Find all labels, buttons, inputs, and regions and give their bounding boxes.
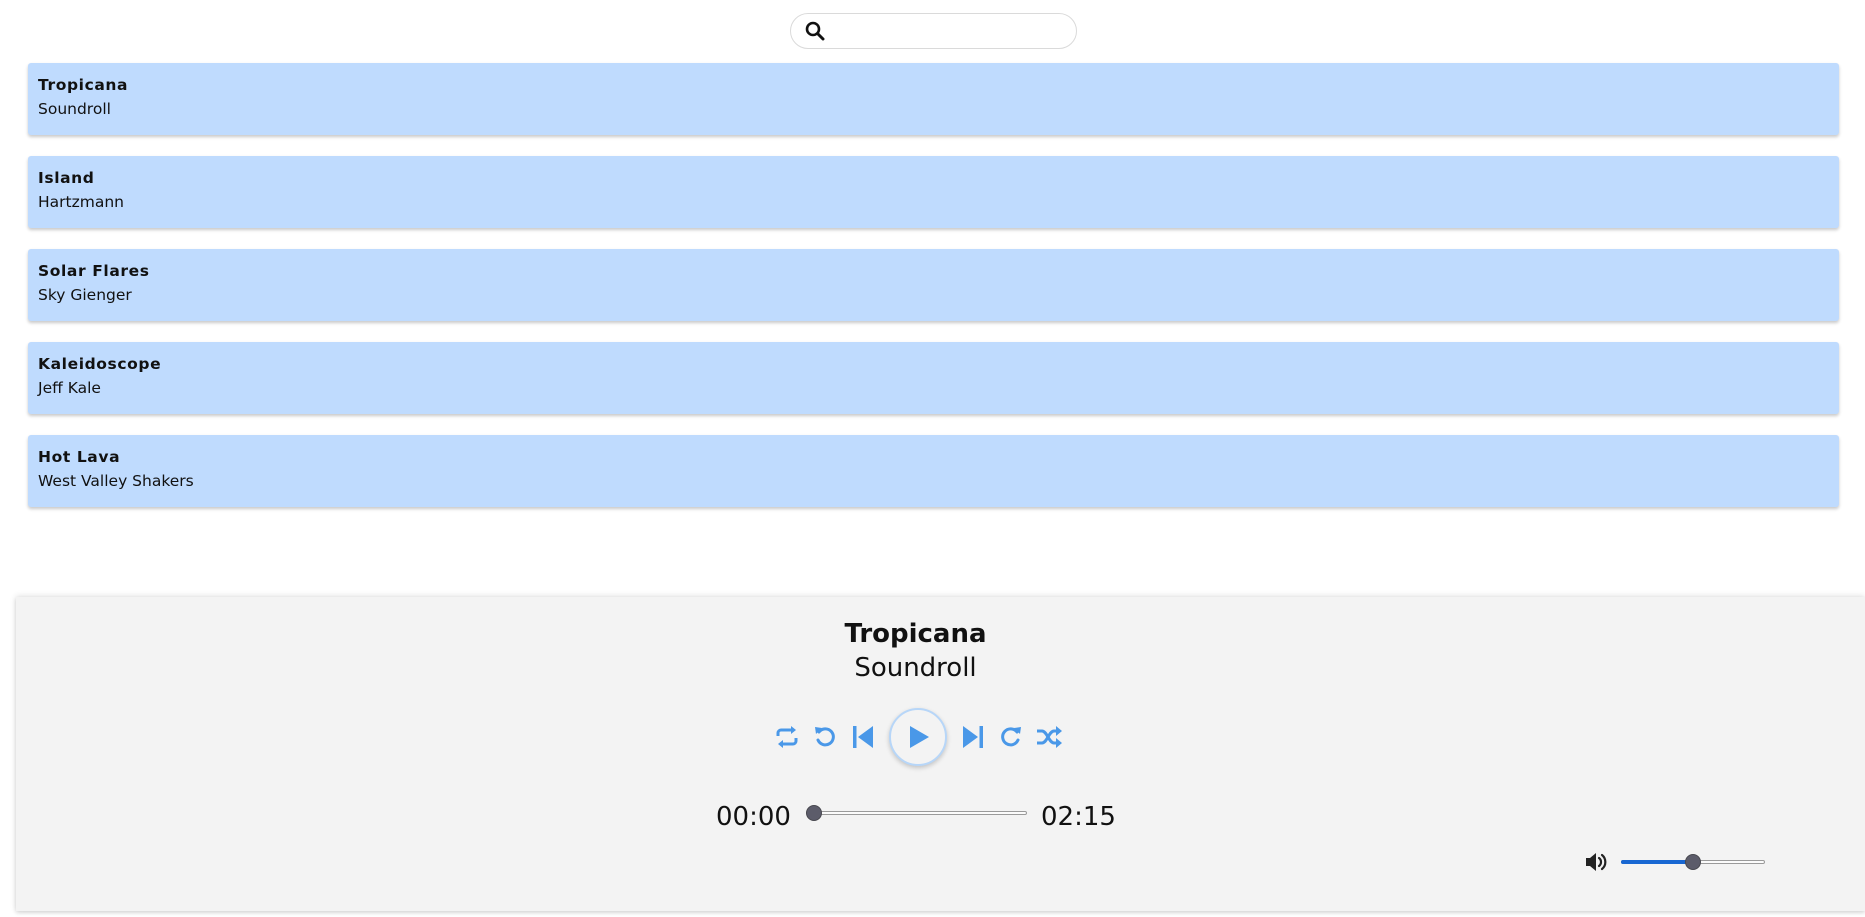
play-icon (910, 726, 929, 748)
track-artist: Hartzmann (38, 193, 124, 211)
next-icon[interactable] (954, 718, 992, 756)
player-panel: Tropicana Soundroll 00:00 02:15 (16, 597, 1865, 911)
track-title: Hot Lava (38, 448, 121, 466)
track-title: Kaleidoscope (38, 355, 162, 373)
playlist-item[interactable]: Hot Lava West Valley Shakers (28, 435, 1839, 507)
progress-slider[interactable] (806, 805, 1027, 821)
duration-time: 02:15 (1041, 802, 1116, 832)
track-title: Island (38, 169, 95, 187)
track-artist: Jeff Kale (38, 379, 101, 397)
now-playing-title: Tropicana (844, 619, 987, 649)
search-icon (804, 20, 826, 42)
volume-thumb[interactable] (1685, 854, 1701, 870)
playback-controls (768, 708, 1068, 766)
volume-slider[interactable] (1621, 854, 1765, 870)
playlist-item[interactable]: Solar Flares Sky Gienger (28, 249, 1839, 321)
rewind-icon[interactable] (806, 718, 844, 756)
progress-track (806, 811, 1027, 815)
search-input[interactable] (834, 14, 1062, 48)
play-button[interactable] (889, 708, 947, 766)
track-artist: West Valley Shakers (38, 472, 194, 490)
playlist-item[interactable]: Kaleidoscope Jeff Kale (28, 342, 1839, 414)
progress-thumb[interactable] (806, 805, 822, 821)
search-bar[interactable] (790, 13, 1077, 49)
shuffle-icon[interactable] (1030, 718, 1068, 756)
forward-icon[interactable] (992, 718, 1030, 756)
track-title: Tropicana (38, 76, 129, 94)
previous-icon[interactable] (844, 718, 882, 756)
now-playing-artist: Soundroll (854, 653, 977, 683)
volume-fill (1621, 860, 1693, 864)
repeat-icon[interactable] (768, 718, 806, 756)
playlist: Tropicana Soundroll Island Hartzmann Sol… (28, 63, 1839, 528)
playlist-item[interactable]: Island Hartzmann (28, 156, 1839, 228)
track-artist: Sky Gienger (38, 286, 132, 304)
volume-icon[interactable] (1584, 850, 1608, 874)
current-time: 00:00 (716, 802, 791, 832)
track-artist: Soundroll (38, 100, 111, 118)
playlist-item[interactable]: Tropicana Soundroll (28, 63, 1839, 135)
track-title: Solar Flares (38, 262, 150, 280)
